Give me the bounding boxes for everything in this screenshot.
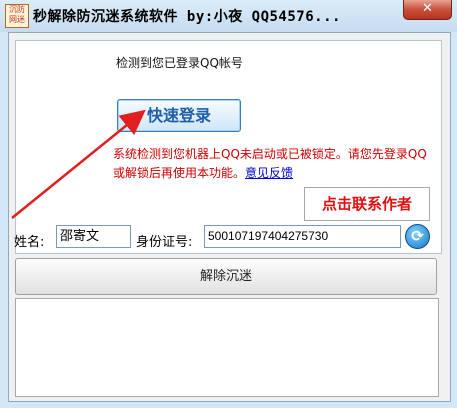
annotation-arrow-icon (11, 109, 146, 219)
